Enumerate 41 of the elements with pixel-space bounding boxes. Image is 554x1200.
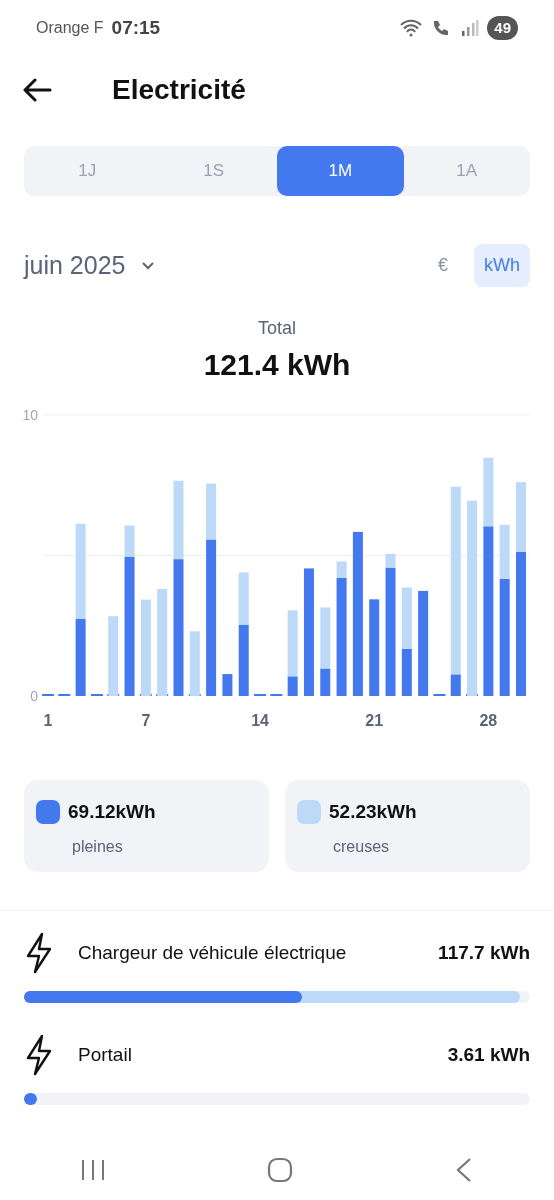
recent-apps-icon[interactable] [80, 1158, 107, 1182]
legend-value: 69.12kWh [68, 800, 156, 824]
axis-tick-label: 21 [365, 712, 384, 729]
signal-icon [461, 19, 480, 37]
period-tab[interactable]: 1S [150, 146, 277, 196]
period-tab[interactable]: 1A [403, 146, 530, 196]
total-label: Total [257, 317, 297, 340]
chart-bar [401, 587, 412, 649]
legend-value: 52.23kWh [329, 800, 417, 824]
axis-tick-label: 1 [43, 712, 53, 729]
chart-bar [238, 572, 249, 625]
home-icon[interactable] [267, 1157, 293, 1183]
unit-toggle[interactable]: kWh [474, 244, 530, 287]
legend-label: pleines [72, 836, 124, 857]
wifi-icon [399, 19, 424, 37]
lightning-icon [24, 932, 54, 974]
chart-bar [222, 674, 233, 696]
battery-level: 49 [487, 15, 518, 41]
axis-tick-label: 28 [479, 712, 498, 729]
chevron-down-icon[interactable] [141, 261, 156, 270]
axis-tick-label: 0 [30, 688, 38, 704]
axis-tick-label: 10 [22, 407, 38, 423]
chart-bar [401, 648, 412, 696]
legend-label: creuses [333, 836, 391, 857]
axis-tick-label: 7 [141, 712, 151, 729]
device-name: Portail [78, 1042, 132, 1067]
device-name: Chargeur de véhicule électrique [78, 940, 347, 965]
carrier-name: Orange F [36, 18, 104, 38]
back-arrow-icon[interactable] [22, 78, 52, 102]
total-value: 121.4 kWh [202, 347, 352, 383]
device-consumption: 3.61 kWh [447, 1042, 530, 1067]
lightning-icon [24, 1034, 54, 1076]
page-title: Electricité [112, 73, 246, 107]
status-time: 07:15 [111, 15, 161, 40]
period-tab[interactable]: 1J [24, 146, 151, 196]
device-consumption: 117.7 kWh [438, 940, 530, 965]
chart-bar [238, 624, 249, 696]
period-tab[interactable]: 1M [277, 146, 404, 196]
month-selector[interactable]: juin 2025 [24, 246, 126, 285]
axis-tick-label: 14 [251, 712, 269, 729]
unit-toggle[interactable]: € [428, 244, 458, 287]
